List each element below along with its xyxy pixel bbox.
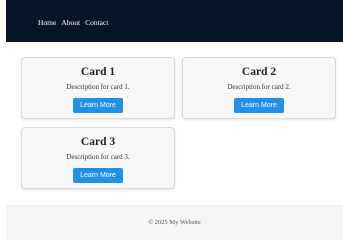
- card-description: Description for card 3.: [66, 153, 130, 161]
- learn-more-button[interactable]: Learn More: [234, 98, 284, 113]
- page-root: Home About Contact Card 1 Description fo…: [0, 0, 343, 240]
- card-3: Card 3 Description for card 3. Learn Mor…: [21, 127, 175, 189]
- navigation-links: Home About Contact: [38, 18, 108, 28]
- nav-link-contact[interactable]: Contact: [85, 18, 108, 28]
- card-description: Description for card 2.: [227, 83, 291, 91]
- card-title: Card 2: [241, 66, 277, 78]
- nav-link-about[interactable]: About: [61, 18, 80, 28]
- learn-more-button[interactable]: Learn More: [73, 168, 123, 183]
- card-title: Card 1: [80, 66, 116, 78]
- card-title: Card 3: [80, 136, 116, 148]
- site-footer: © 2025 My Website: [6, 205, 343, 240]
- card-1: Card 1 Description for card 1. Learn Mor…: [21, 57, 175, 119]
- copyright-text: © 2025 My Website: [148, 219, 201, 226]
- top-navbar: Home About Contact: [6, 0, 343, 42]
- card-2: Card 2 Description for card 2. Learn Mor…: [182, 57, 336, 119]
- learn-more-button[interactable]: Learn More: [73, 98, 123, 113]
- card-description: Description for card 1.: [66, 83, 130, 91]
- nav-link-home[interactable]: Home: [38, 18, 56, 28]
